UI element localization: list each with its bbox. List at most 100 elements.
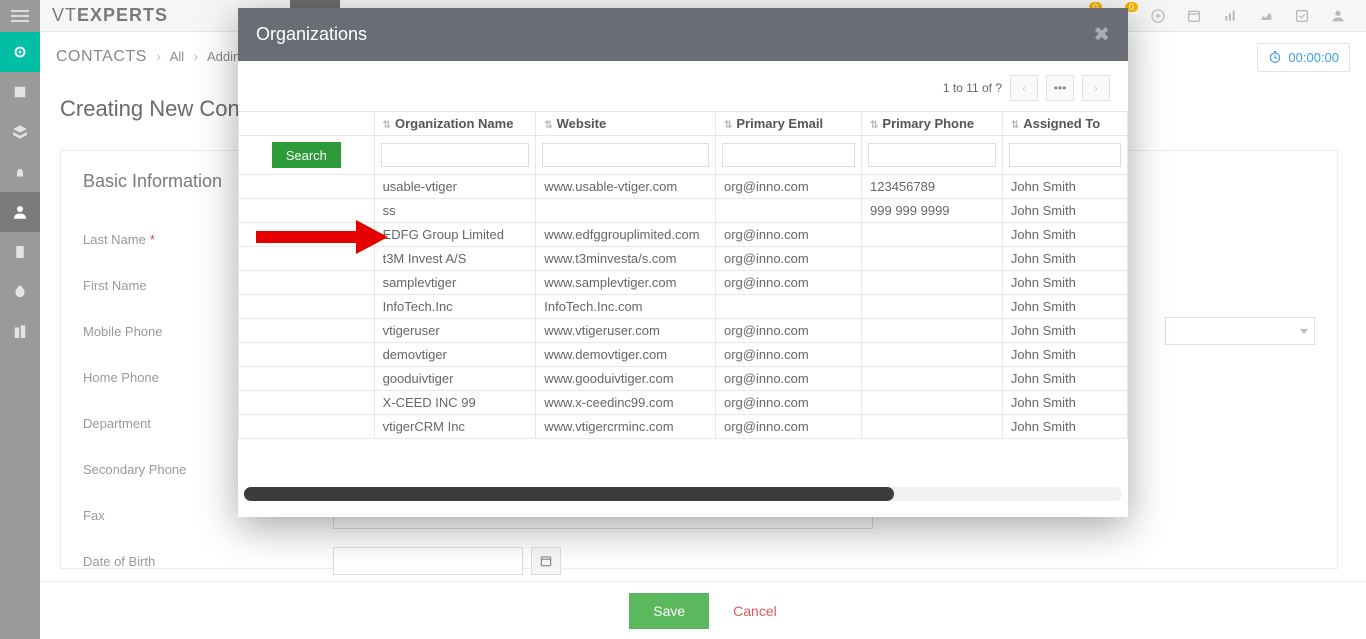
sidebar-box-icon[interactable]	[0, 112, 40, 152]
cell-email	[716, 295, 862, 319]
sidebar-dashboard-icon[interactable]	[0, 32, 40, 72]
sidebar-money-icon[interactable]	[0, 272, 40, 312]
horizontal-scrollbar[interactable]	[244, 487, 1122, 501]
table-row[interactable]: X-CEED INC 99www.x-ceedinc99.comorg@inno…	[239, 391, 1128, 415]
filter-name-input[interactable]	[381, 143, 530, 167]
pager-next-button[interactable]: ›	[1082, 75, 1110, 101]
cell-name: t3M Invest A/S	[374, 247, 536, 271]
cell-email: org@inno.com	[716, 415, 862, 439]
plus-circle-icon[interactable]	[1150, 8, 1166, 24]
cell-website: InfoTech.Inc.com	[536, 295, 716, 319]
calendar-picker-icon[interactable]	[531, 547, 561, 575]
col-header-phone[interactable]: Primary Phone	[882, 116, 974, 131]
check-square-icon[interactable]	[1294, 8, 1310, 24]
search-button[interactable]: Search	[272, 142, 341, 168]
cell-name: vtigerCRM Inc	[374, 415, 536, 439]
cell-website: www.gooduivtiger.com	[536, 367, 716, 391]
sidebar-contacts-icon[interactable]	[0, 192, 40, 232]
cell-assigned: John Smith	[1002, 367, 1127, 391]
cell-assigned: John Smith	[1002, 295, 1127, 319]
table-row[interactable]: samplevtigerwww.samplevtiger.comorg@inno…	[239, 271, 1128, 295]
sort-icon[interactable]: ⇅	[544, 120, 552, 131]
col-header-assigned[interactable]: Assigned To	[1023, 116, 1100, 131]
sort-icon[interactable]: ⇅	[724, 120, 732, 131]
dob-field[interactable]	[333, 547, 523, 575]
area-chart-icon[interactable]	[1258, 8, 1274, 24]
table-row[interactable]: t3M Invest A/Swww.t3minvesta/s.comorg@in…	[239, 247, 1128, 271]
pager-prev-button[interactable]: ‹	[1010, 75, 1038, 101]
cell-phone: 999 999 9999	[862, 199, 1003, 223]
user-icon[interactable]	[1330, 8, 1346, 24]
table-row[interactable]: vtigerCRM Incwww.vtigercrminc.comorg@inn…	[239, 415, 1128, 439]
cell-assigned: John Smith	[1002, 319, 1127, 343]
table-row[interactable]: InfoTech.IncInfoTech.Inc.com John Smith	[239, 295, 1128, 319]
filter-website-input[interactable]	[542, 143, 709, 167]
sidebar-building-icon[interactable]	[0, 312, 40, 352]
calendar-icon[interactable]	[1186, 8, 1202, 24]
table-row[interactable]: vtigeruserwww.vtigeruser.comorg@inno.com…	[239, 319, 1128, 343]
cancel-button[interactable]: Cancel	[733, 603, 777, 619]
col-header-website[interactable]: Website	[557, 116, 607, 131]
cell-assigned: John Smith	[1002, 343, 1127, 367]
organizations-modal: Organizations ✖ 1 to 11 of ? ‹ ••• › ⇅ Or…	[238, 8, 1128, 517]
filter-assigned-input[interactable]	[1009, 143, 1121, 167]
cell-website: www.t3minvesta/s.com	[536, 247, 716, 271]
cell-website	[536, 199, 716, 223]
cell-phone	[862, 319, 1003, 343]
sidebar-device-icon[interactable]	[0, 232, 40, 272]
left-sidebar	[0, 0, 40, 639]
close-icon[interactable]: ✖	[1093, 22, 1110, 47]
cell-name: ss	[374, 199, 536, 223]
filter-email-input[interactable]	[722, 143, 855, 167]
table-row[interactable]: EDFG Group Limitedwww.edfggrouplimited.c…	[239, 223, 1128, 247]
cell-phone	[862, 223, 1003, 247]
cell-email	[716, 199, 862, 223]
cell-assigned: John Smith	[1002, 415, 1127, 439]
save-button[interactable]: Save	[629, 593, 709, 629]
table-row[interactable]: usable-vtigerwww.usable-vtiger.comorg@in…	[239, 175, 1128, 199]
form-footer: Save Cancel	[40, 581, 1366, 639]
cell-website: www.x-ceedinc99.com	[536, 391, 716, 415]
side-select-mobile[interactable]	[1165, 317, 1315, 345]
filter-phone-input[interactable]	[868, 143, 996, 167]
sort-icon[interactable]: ⇅	[1011, 120, 1019, 131]
sidebar-hand-icon[interactable]	[0, 152, 40, 192]
cell-website: www.vtigercrminc.com	[536, 415, 716, 439]
cell-website: www.demovtiger.com	[536, 343, 716, 367]
pager-more-button[interactable]: •••	[1046, 75, 1074, 101]
sidebar-card-icon[interactable]	[0, 72, 40, 112]
table-row[interactable]: gooduivtigerwww.gooduivtiger.comorg@inno…	[239, 367, 1128, 391]
table-row[interactable]: ss999 999 9999John Smith	[239, 199, 1128, 223]
pager-text: 1 to 11 of ?	[943, 81, 1002, 95]
cell-email: org@inno.com	[716, 247, 862, 271]
cell-name: X-CEED INC 99	[374, 391, 536, 415]
breadcrumb-level1[interactable]: All	[170, 49, 184, 64]
timer[interactable]: 00:00:00	[1257, 43, 1350, 72]
cell-email: org@inno.com	[716, 271, 862, 295]
logo: VTEXPERTS	[40, 5, 180, 26]
cell-phone	[862, 247, 1003, 271]
modal-title: Organizations	[256, 24, 367, 45]
cell-website: www.vtigeruser.com	[536, 319, 716, 343]
col-header-name[interactable]: Organization Name	[395, 116, 513, 131]
cell-name: EDFG Group Limited	[374, 223, 536, 247]
cell-email: org@inno.com	[716, 223, 862, 247]
cell-name: InfoTech.Inc	[374, 295, 536, 319]
breadcrumb-root[interactable]: CONTACTS	[56, 48, 147, 65]
col-header-email[interactable]: Primary Email	[736, 116, 823, 131]
cell-name: vtigeruser	[374, 319, 536, 343]
menu-toggle-icon[interactable]	[0, 0, 40, 32]
cell-phone	[862, 295, 1003, 319]
cell-phone: 123456789	[862, 175, 1003, 199]
cell-email: org@inno.com	[716, 343, 862, 367]
sort-icon[interactable]: ⇅	[870, 120, 878, 131]
cell-website: www.edfggrouplimited.com	[536, 223, 716, 247]
cell-phone	[862, 391, 1003, 415]
table-row[interactable]: demovtigerwww.demovtiger.comorg@inno.com…	[239, 343, 1128, 367]
cell-name: usable-vtiger	[374, 175, 536, 199]
cell-website: www.usable-vtiger.com	[536, 175, 716, 199]
cell-name: demovtiger	[374, 343, 536, 367]
bar-chart-icon[interactable]	[1222, 8, 1238, 24]
cell-email: org@inno.com	[716, 391, 862, 415]
sort-icon[interactable]: ⇅	[383, 120, 391, 131]
